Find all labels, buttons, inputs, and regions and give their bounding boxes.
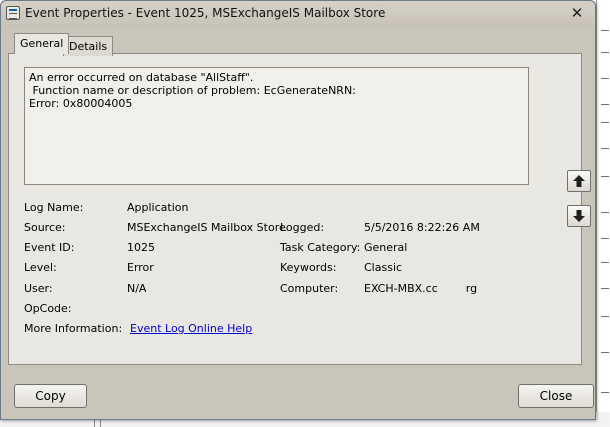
more-information-label: More Information: xyxy=(24,322,123,335)
event-id-label: Event ID: xyxy=(24,241,75,254)
source-value[interactable]: MSExchangeIS Mailbox Store xyxy=(127,221,286,234)
previous-event-button[interactable] xyxy=(567,170,591,192)
task-category-value[interactable]: General xyxy=(364,241,407,254)
tab-details[interactable]: Details xyxy=(63,36,114,56)
description-line: Function name or description of problem:… xyxy=(29,84,356,97)
source-label: Source: xyxy=(24,221,66,234)
user-label: User: xyxy=(24,282,53,295)
tab-general[interactable]: General xyxy=(14,33,70,54)
title-bar[interactable]: Event Properties - Event 1025, MSExchang… xyxy=(1,1,595,27)
copy-button[interactable]: Copy xyxy=(14,384,87,408)
description-line: Error: 0x80004005 xyxy=(29,97,133,110)
opcode-label: OpCode: xyxy=(24,302,72,315)
event-log-online-help-link[interactable]: Event Log Online Help xyxy=(130,322,252,335)
log-name-label: Log Name: xyxy=(24,201,84,214)
next-event-button[interactable] xyxy=(567,205,591,227)
event-viewer-icon xyxy=(6,6,20,20)
window-title: Event Properties - Event 1025, MSExchang… xyxy=(25,6,386,20)
event-id-value[interactable]: 1025 xyxy=(127,241,155,254)
logged-label: Logged: xyxy=(280,221,325,234)
level-label: Level: xyxy=(24,261,57,274)
computer-value[interactable]: EXCH-MBX.cc rg xyxy=(364,282,477,295)
background-window-edge xyxy=(596,0,610,427)
event-description[interactable]: An error occurred on database "AllStaff"… xyxy=(24,67,529,185)
logged-value[interactable]: 5/5/2016 8:22:26 AM xyxy=(364,221,480,234)
description-line: An error occurred on database "AllStaff"… xyxy=(29,71,254,84)
close-icon[interactable]: ✕ xyxy=(566,5,588,22)
close-button[interactable]: Close xyxy=(518,384,594,408)
keywords-label: Keywords: xyxy=(280,261,337,274)
log-name-value[interactable]: Application xyxy=(127,201,188,214)
user-value[interactable]: N/A xyxy=(127,282,146,295)
level-value[interactable]: Error xyxy=(127,261,154,274)
task-category-label: Task Category: xyxy=(280,241,361,254)
computer-label: Computer: xyxy=(280,282,339,295)
keywords-value[interactable]: Classic xyxy=(364,261,402,274)
